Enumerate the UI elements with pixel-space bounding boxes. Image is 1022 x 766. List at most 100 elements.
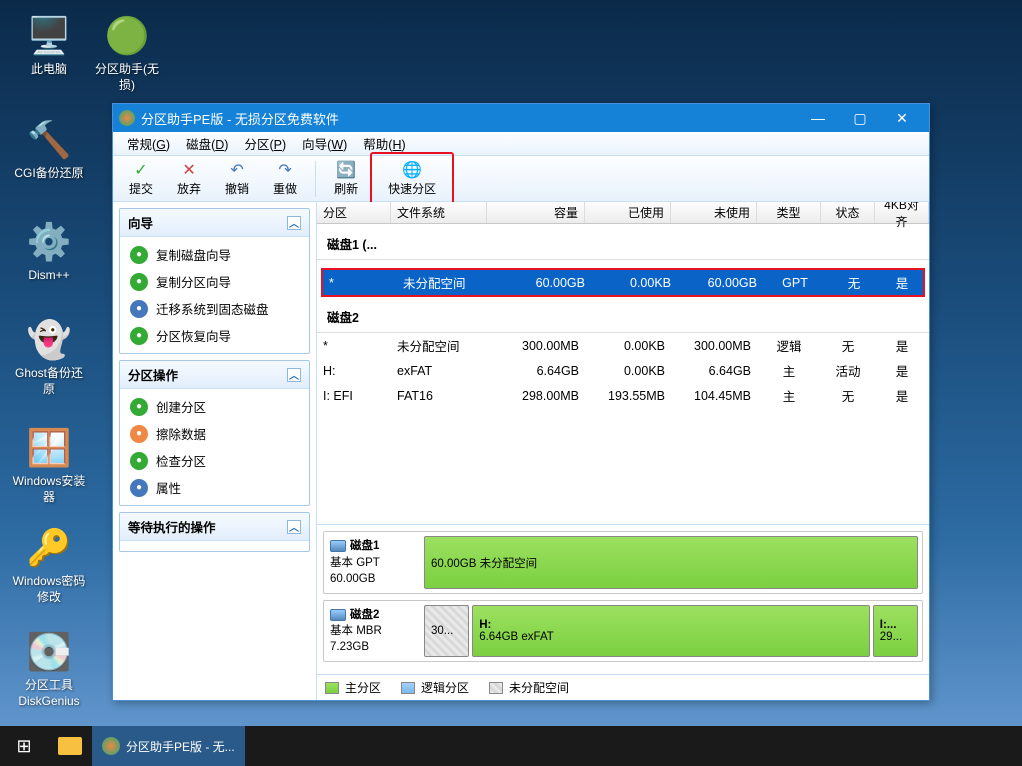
cell-cap: 300.00MB [487, 339, 585, 353]
sidebar-item[interactable]: ●擦除数据 [120, 420, 309, 447]
cell-fs: 未分配空间 [397, 273, 493, 292]
sidebar-item-label: 分区恢复向导 [156, 326, 231, 345]
menu-item[interactable]: 分区(P) [236, 131, 294, 156]
sidebar-item-icon: ● [130, 273, 148, 291]
disk-group-label: 磁盘1 (... [317, 224, 929, 260]
cell-used: 0.00KB [591, 276, 677, 290]
segment-sub: 30... [431, 625, 462, 637]
cell-cap: 6.64GB [487, 364, 585, 378]
panel-wizard-head[interactable]: 向导 ︿ [120, 209, 309, 237]
col-capacity[interactable]: 容量 [487, 202, 585, 223]
desktop-icon[interactable]: 👻Ghost备份还原 [10, 316, 88, 397]
cell-partition: I: EFI [317, 389, 391, 403]
toolbar-button[interactable]: ↶撤销 [213, 158, 261, 199]
cell-used: 0.00KB [585, 364, 671, 378]
toolbar-button[interactable]: ✕放弃 [165, 158, 213, 199]
legend-swatch [489, 682, 503, 694]
table-row[interactable]: * 未分配空间 60.00GB 0.00KB 60.00GB GPT 无 是 [323, 270, 923, 295]
disk-map-segment[interactable]: I:...29... [873, 605, 918, 657]
sidebar-item[interactable]: ●复制磁盘向导 [120, 241, 309, 268]
collapse-icon[interactable]: ︿ [287, 368, 301, 382]
cell-stat: 活动 [821, 361, 875, 380]
cell-stat: 无 [821, 336, 875, 355]
toolbar-icon: 🔄 [336, 160, 356, 180]
desktop-icon[interactable]: 🔨 CGI备份还原 [10, 116, 88, 182]
sidebar-item-label: 检查分区 [156, 451, 206, 470]
panel-pending-title: 等待执行的操作 [128, 517, 216, 536]
desktop-icon-glyph: 👻 [25, 316, 73, 364]
legend-item: 主分区 [325, 679, 381, 696]
maximize-button[interactable]: ▢ [839, 108, 881, 128]
desktop-icon[interactable]: 🟢分区助手(无损) [88, 12, 166, 93]
disk-map[interactable]: 磁盘2基本 MBR7.23GB30...H:6.64GB exFATI:...2… [323, 600, 923, 662]
sidebar-item[interactable]: ●属性 [120, 474, 309, 501]
panel-ops: 分区操作 ︿ ●创建分区●擦除数据●检查分区●属性 [119, 360, 310, 506]
sidebar-item-icon: ● [130, 425, 148, 443]
window-body: 向导 ︿ ●复制磁盘向导●复制分区向导●迁移系统到固态磁盘 ● 分区恢复向导 分区操… [113, 202, 929, 700]
table-row[interactable]: * 未分配空间 300.00MB 0.00KB 300.00MB 逻辑 无 是 [317, 333, 929, 358]
sidebar-item[interactable]: ●迁移系统到固态磁盘 [120, 295, 309, 322]
toolbar-button[interactable]: 🌐快速分区 [370, 152, 454, 205]
disk-map-segment[interactable]: H:6.64GB exFAT [472, 605, 870, 657]
toolbar-button[interactable]: 🔄刷新 [322, 158, 370, 199]
disk-map-segment[interactable]: 60.00GB 未分配空间 [424, 536, 918, 588]
desktop-icon[interactable]: 💽分区工具DiskGenius [10, 628, 88, 709]
menu-item[interactable]: 磁盘(D) [178, 131, 236, 156]
legend-item: 逻辑分区 [401, 679, 469, 696]
desktop-icon-glyph: 🔨 [25, 116, 73, 164]
cell-free: 300.00MB [671, 339, 757, 353]
collapse-icon[interactable]: ︿ [287, 216, 301, 230]
disk-map-segment[interactable]: 30... [424, 605, 469, 657]
table-row[interactable]: I: EFI FAT16 298.00MB 193.55MB 104.45MB … [317, 383, 929, 408]
sidebar-item[interactable]: ● 分区恢复向导 [120, 322, 309, 349]
sidebar-item[interactable]: ●检查分区 [120, 447, 309, 474]
menu-item[interactable]: 向导(W) [294, 131, 355, 156]
taskbar-app[interactable]: 分区助手PE版 - 无... [92, 726, 245, 766]
col-filesystem[interactable]: 文件系统 [391, 202, 487, 223]
desktop-icon[interactable]: 🖥️此电脑 [10, 12, 88, 78]
disk-map-area: 磁盘1基本 GPT60.00GB60.00GB 未分配空间磁盘2基本 MBR7.… [317, 525, 929, 674]
panel-pending-head[interactable]: 等待执行的操作 ︿ [120, 513, 309, 541]
toolbar-icon: ↷ [278, 160, 291, 180]
menu-item[interactable]: 常规(G) [119, 131, 178, 156]
cell-type: 主 [757, 386, 821, 405]
disk-type: 基本 MBR [330, 623, 416, 639]
cell-stat: 无 [827, 273, 881, 292]
desktop-icon[interactable]: 🪟Windows安装器 [10, 424, 88, 505]
panel-ops-head[interactable]: 分区操作 ︿ [120, 361, 309, 389]
start-button[interactable]: ⊞ [0, 726, 48, 766]
desktop-icon-glyph: 🖥️ [25, 12, 73, 60]
col-4k-align[interactable]: 4KB对齐 [875, 202, 929, 223]
col-status[interactable]: 状态 [821, 202, 875, 223]
menubar: 常规(G)磁盘(D)分区(P)向导(W)帮助(H) [113, 132, 929, 156]
legend: 主分区逻辑分区未分配空间 [317, 674, 929, 700]
minimize-button[interactable]: — [797, 108, 839, 128]
table-row[interactable]: H: exFAT 6.64GB 0.00KB 6.64GB 主 活动 是 [317, 358, 929, 383]
close-button[interactable]: ✕ [881, 108, 923, 128]
col-used[interactable]: 已使用 [585, 202, 671, 223]
col-partition[interactable]: 分区 [317, 202, 391, 223]
table-row-selected-frame: * 未分配空间 60.00GB 0.00KB 60.00GB GPT 无 是 [321, 268, 925, 297]
toolbar-label: 快速分区 [388, 180, 436, 197]
desktop-icon[interactable]: ⚙️Dism++ [10, 218, 88, 284]
sidebar-item[interactable]: ●创建分区 [120, 393, 309, 420]
desktop-icon-label: 分区助手(无损) [88, 62, 166, 93]
toolbar-label: 刷新 [334, 180, 358, 197]
toolbar-button[interactable]: ↷重做 [261, 158, 309, 199]
taskbar-explorer[interactable] [48, 726, 92, 766]
cell-fs: exFAT [391, 364, 487, 378]
desktop-icon[interactable]: 🔑Windows密码修改 [10, 524, 88, 605]
collapse-icon[interactable]: ︿ [287, 520, 301, 534]
sidebar-item[interactable]: ●复制分区向导 [120, 268, 309, 295]
col-type[interactable]: 类型 [757, 202, 821, 223]
col-free[interactable]: 未使用 [671, 202, 757, 223]
disk-map-info: 磁盘1基本 GPT60.00GB [328, 536, 418, 588]
sidebar-item-icon: ● [130, 479, 148, 497]
cell-4k: 是 [875, 386, 929, 405]
disk-map[interactable]: 磁盘1基本 GPT60.00GB60.00GB 未分配空间 [323, 531, 923, 593]
sidebar-item-icon: ● [130, 327, 148, 345]
toolbar-button[interactable]: ✓提交 [117, 158, 165, 199]
legend-swatch [325, 682, 339, 694]
cell-cap: 60.00GB [493, 276, 591, 290]
desktop-icon-label: CGI备份还原 [14, 166, 83, 182]
